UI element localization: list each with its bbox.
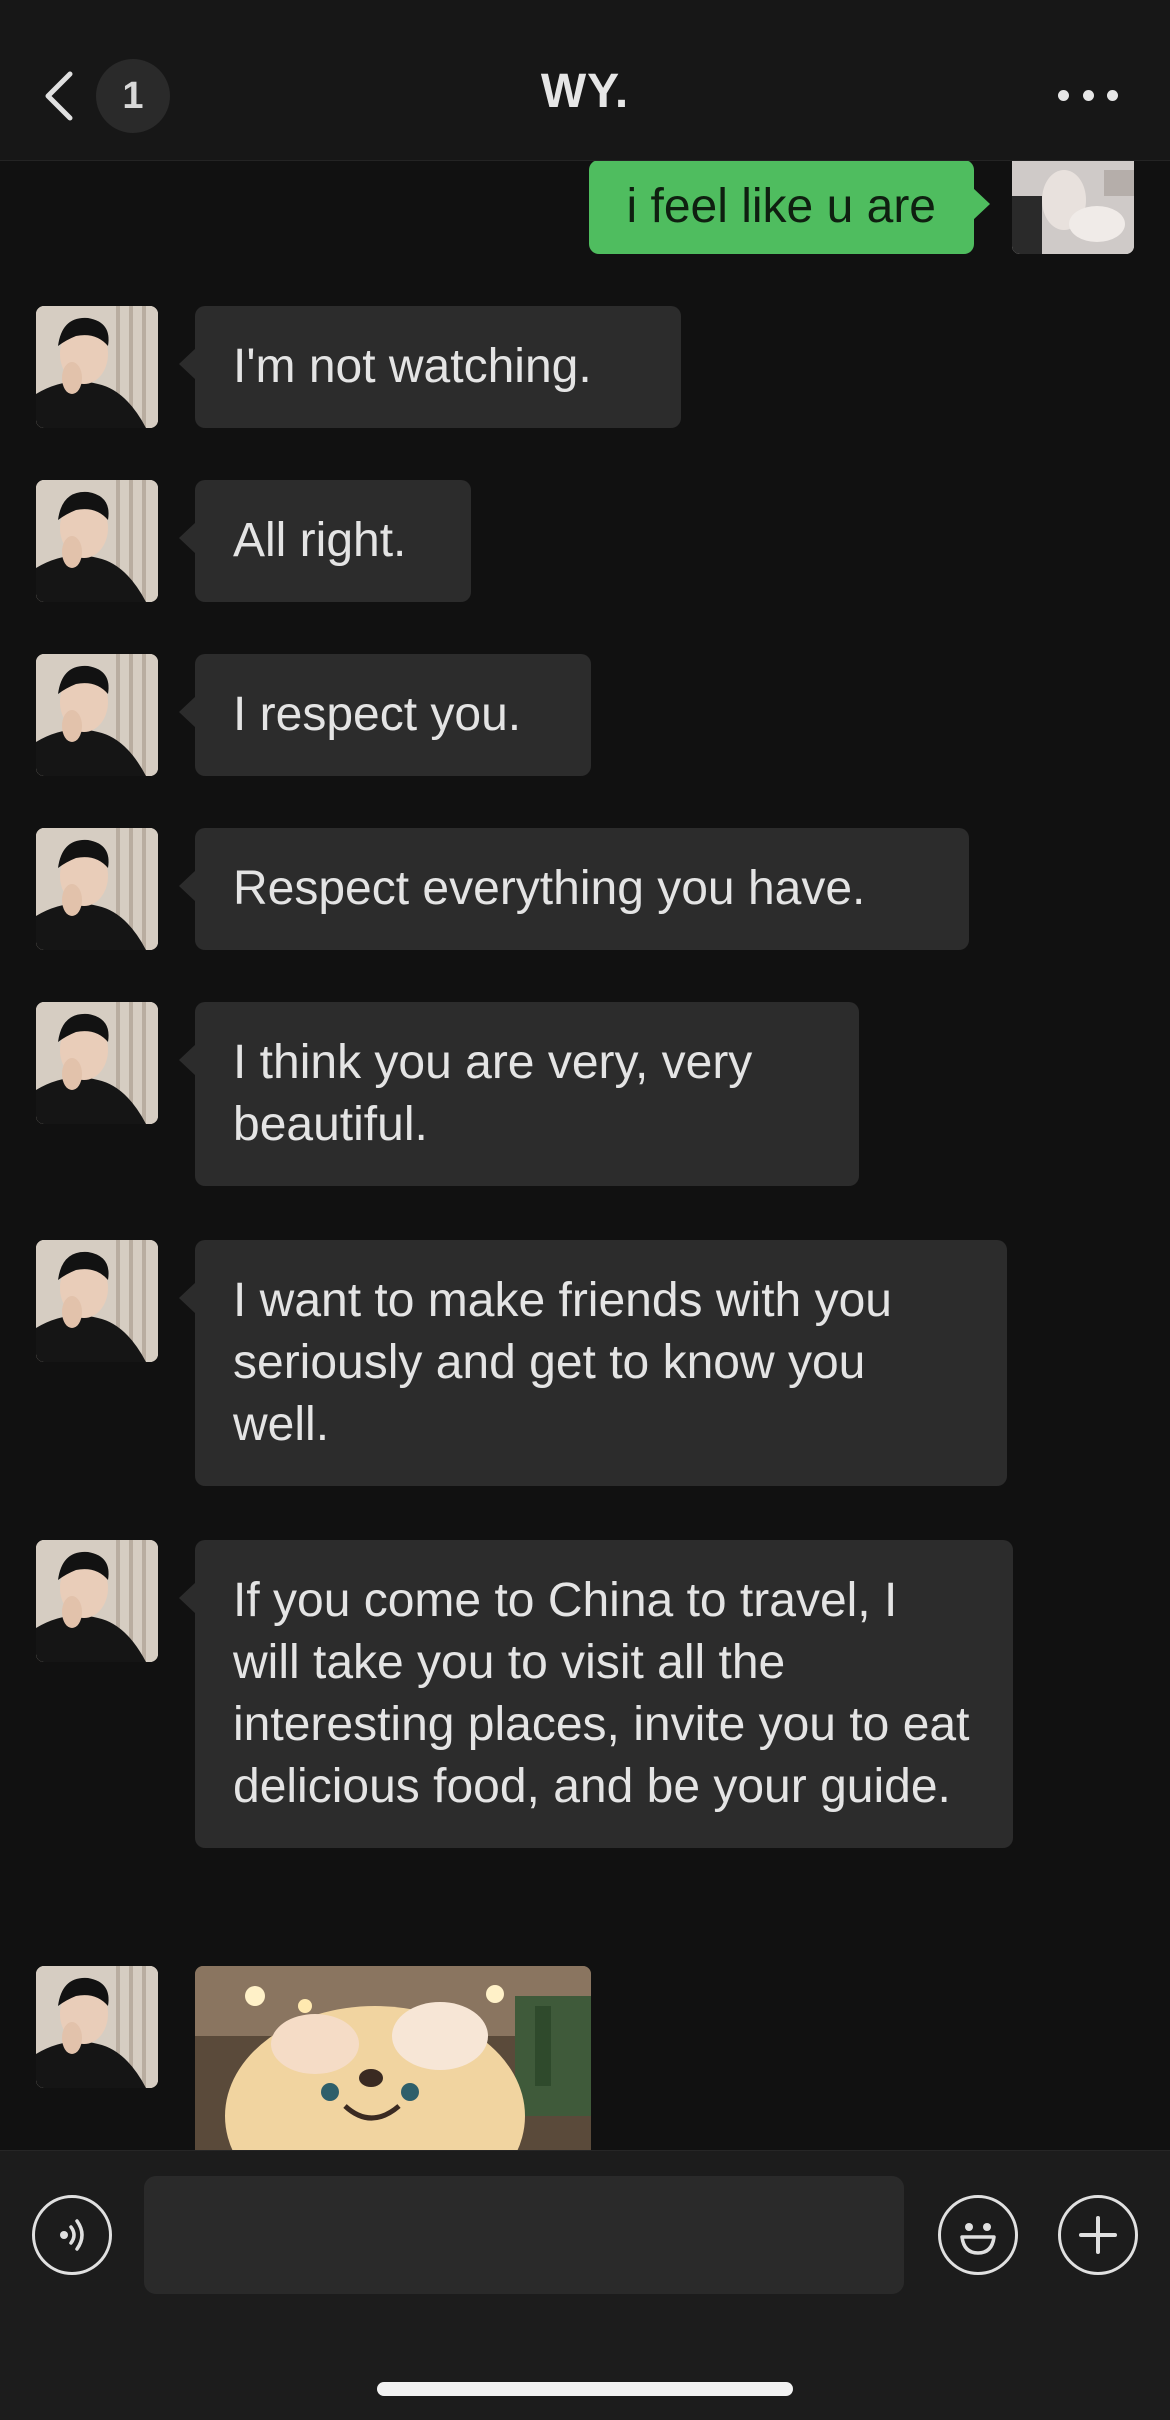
my-avatar-image bbox=[1012, 160, 1134, 254]
contact-avatar-image bbox=[36, 1540, 158, 1662]
contact-avatar-image bbox=[36, 1966, 158, 2088]
contact-avatar-image bbox=[36, 1002, 158, 1124]
plush-toy-photo bbox=[195, 1966, 591, 2152]
input-bar bbox=[0, 2150, 1170, 2420]
message-row-incoming: All right. bbox=[0, 480, 1170, 604]
contact-avatar[interactable] bbox=[36, 654, 158, 776]
contact-avatar[interactable] bbox=[36, 1240, 158, 1362]
incoming-message-bubble[interactable]: I want to make friends with you seriousl… bbox=[179, 1240, 1007, 1486]
message-text: All right. bbox=[233, 514, 407, 567]
contact-avatar-image bbox=[36, 306, 158, 428]
contact-avatar-image bbox=[36, 1240, 158, 1362]
more-dots-icon bbox=[1058, 89, 1069, 101]
home-indicator[interactable] bbox=[377, 2382, 793, 2396]
message-row-incoming: Respect everything you have. bbox=[0, 828, 1170, 952]
more-button[interactable] bbox=[1058, 80, 1118, 110]
message-text: i feel like u are bbox=[626, 180, 937, 233]
message-row-incoming: I want to make friends with you seriousl… bbox=[0, 1240, 1170, 1490]
message-text: I want to make friends with you seriousl… bbox=[233, 1274, 892, 1451]
contact-avatar[interactable] bbox=[36, 1002, 158, 1124]
contact-avatar[interactable] bbox=[36, 1966, 158, 2088]
contact-avatar[interactable] bbox=[36, 480, 158, 602]
contact-avatar[interactable] bbox=[36, 306, 158, 428]
my-avatar[interactable] bbox=[1012, 160, 1134, 254]
message-list[interactable]: i feel like u are I'm not watching. All … bbox=[0, 0, 1170, 2152]
message-row-outgoing: i feel like u are bbox=[0, 160, 1170, 256]
message-row-incoming: I respect you. bbox=[0, 654, 1170, 778]
contact-avatar-image bbox=[36, 654, 158, 776]
incoming-message-bubble[interactable]: I think you are very, very beautiful. bbox=[179, 1002, 859, 1186]
more-dots-icon bbox=[1107, 89, 1118, 101]
emoji-icon bbox=[960, 2223, 996, 2255]
more-dots-icon bbox=[1082, 89, 1094, 101]
contact-avatar[interactable] bbox=[36, 828, 158, 950]
message-row-incoming: If you come to China to travel, I will t… bbox=[0, 1540, 1170, 1914]
message-row-incoming: I'm not watching. bbox=[0, 306, 1170, 430]
outgoing-message-bubble[interactable]: i feel like u are bbox=[588, 160, 990, 254]
incoming-message-bubble[interactable]: Respect everything you have. bbox=[179, 828, 969, 950]
emoji-button[interactable] bbox=[938, 2195, 1018, 2275]
incoming-message-bubble[interactable]: If you come to China to travel, I will t… bbox=[179, 1540, 1013, 1848]
chat-screen: i feel like u are I'm not watching. All … bbox=[0, 0, 1170, 2420]
incoming-message-bubble[interactable]: I respect you. bbox=[179, 654, 591, 776]
voice-button[interactable] bbox=[32, 2195, 112, 2275]
message-text: I think you are very, very beautiful. bbox=[233, 1036, 753, 1151]
message-row-incoming: I think you are very, very beautiful. bbox=[0, 1002, 1170, 1188]
message-text: If you come to China to travel, I will t… bbox=[233, 1574, 970, 1813]
message-row-incoming-image bbox=[0, 1966, 1170, 2152]
incoming-message-bubble[interactable]: I'm not watching. bbox=[179, 306, 681, 428]
chat-header: 1 WY. bbox=[0, 0, 1170, 161]
message-text: I respect you. bbox=[233, 688, 522, 741]
plus-icon bbox=[1079, 2216, 1117, 2254]
chat-title: WY. bbox=[540, 65, 630, 118]
message-text: I'm not watching. bbox=[233, 340, 592, 393]
message-input[interactable] bbox=[144, 2176, 904, 2294]
contact-avatar[interactable] bbox=[36, 1540, 158, 1662]
voice-icon bbox=[60, 2219, 84, 2251]
add-button[interactable] bbox=[1058, 2195, 1138, 2275]
image-message[interactable] bbox=[195, 1966, 591, 2152]
incoming-message-bubble[interactable]: All right. bbox=[179, 480, 471, 602]
message-text: Respect everything you have. bbox=[233, 862, 866, 915]
contact-avatar-image bbox=[36, 480, 158, 602]
contact-avatar-image bbox=[36, 828, 158, 950]
